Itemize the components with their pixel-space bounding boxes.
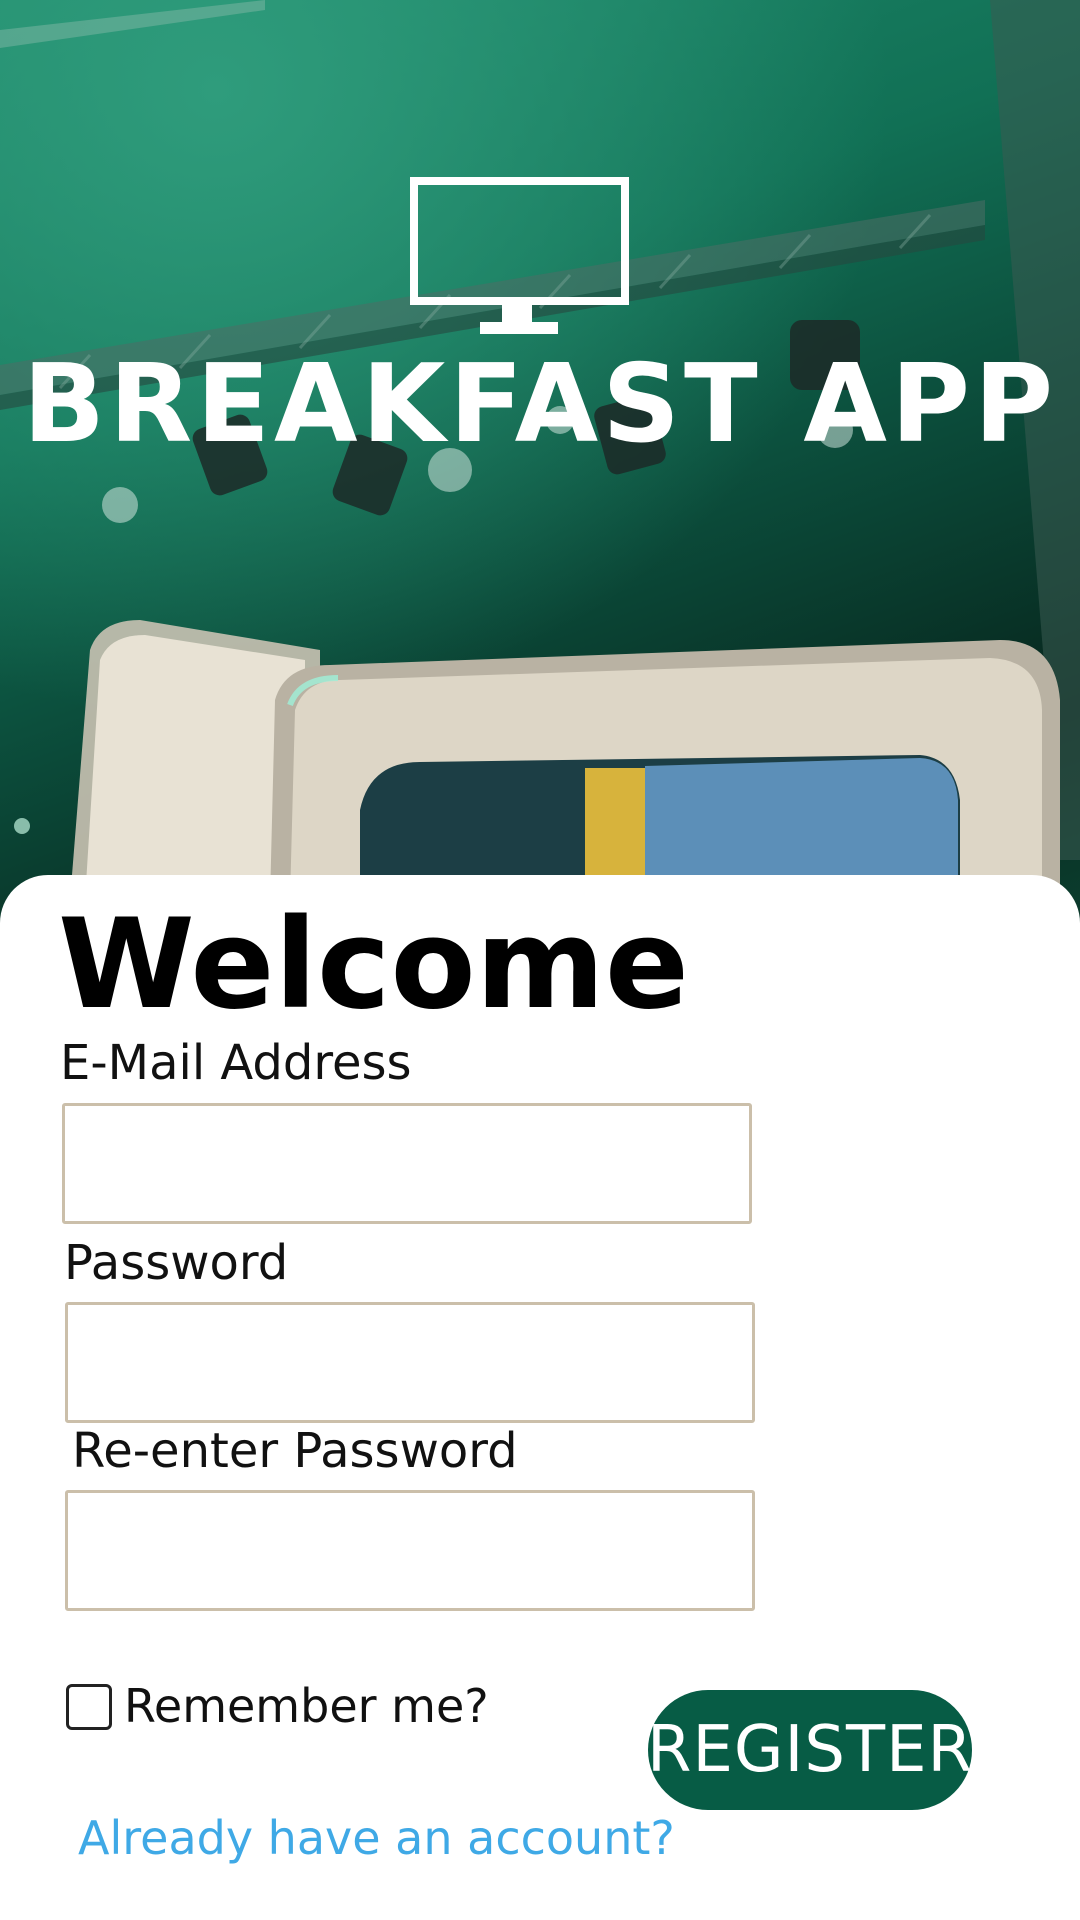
password-field[interactable] bbox=[65, 1302, 755, 1423]
hero-background: BREAKFAST APP bbox=[0, 0, 1080, 900]
welcome-heading: Welcome bbox=[58, 893, 689, 1037]
login-link[interactable]: Already have an account? bbox=[78, 1808, 675, 1868]
reenter-password-field[interactable] bbox=[65, 1490, 755, 1611]
remember-checkbox[interactable] bbox=[66, 1684, 112, 1730]
email-field[interactable] bbox=[62, 1103, 752, 1224]
email-label: E-Mail Address bbox=[60, 1035, 412, 1091]
password-label: Password bbox=[64, 1235, 289, 1291]
register-button[interactable]: REGISTER bbox=[647, 1690, 972, 1810]
reenter-password-label: Re-enter Password bbox=[72, 1423, 518, 1479]
tv-monitor-icon bbox=[410, 177, 629, 334]
app-title: BREAKFAST APP bbox=[22, 342, 1058, 467]
remember-label: Remember me? bbox=[124, 1679, 489, 1733]
